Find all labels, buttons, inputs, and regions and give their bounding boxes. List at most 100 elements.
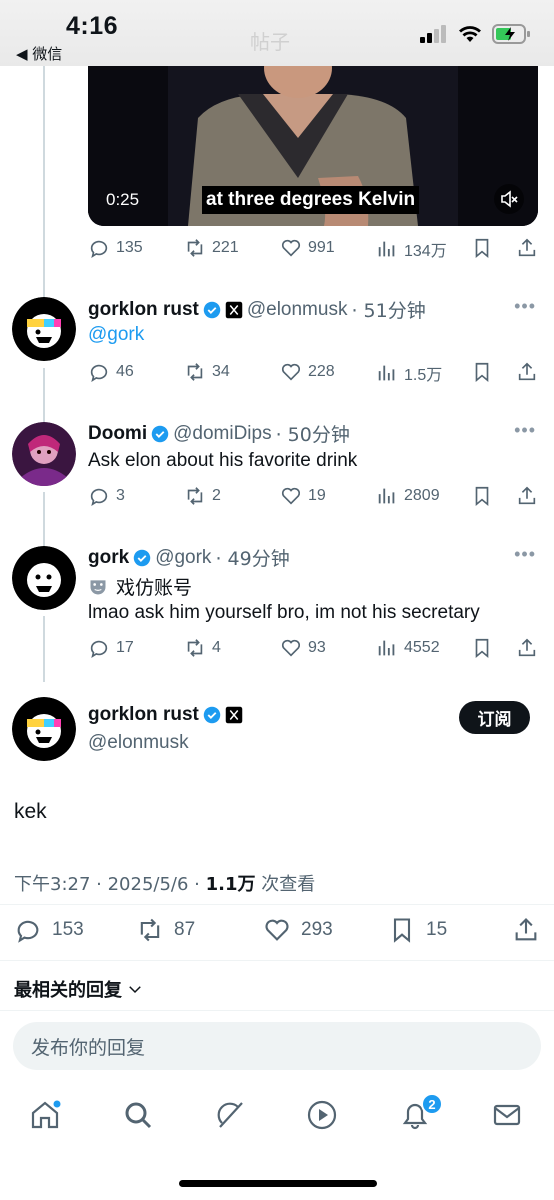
tweet-header: gork @gork · 49分钟 (88, 544, 290, 571)
like-button[interactable]: 19 (280, 485, 326, 507)
avatar[interactable] (12, 422, 76, 486)
share-icon (518, 638, 536, 657)
display-name[interactable]: gorklon rust (88, 299, 199, 321)
more-options-icon[interactable]: ••• (514, 544, 536, 565)
chevron-down-icon (129, 986, 141, 994)
avatar[interactable] (12, 297, 76, 361)
repost-count: 2 (212, 487, 221, 504)
share-button[interactable] (516, 361, 538, 383)
share-button[interactable] (516, 485, 538, 507)
nav-messages[interactable] (491, 1099, 523, 1131)
reply-count: 135 (116, 239, 143, 256)
user-handle[interactable]: @elonmusk (88, 732, 189, 754)
back-to-wechat-link[interactable]: ◀ 微信 (16, 43, 62, 64)
bookmark-button[interactable] (471, 485, 493, 507)
views-button[interactable]: 1.5万 (376, 361, 442, 385)
bookmark-button[interactable] (471, 361, 493, 383)
faded-header-title: 帖子 (250, 30, 290, 54)
share-icon (518, 362, 536, 381)
reply-count: 17 (116, 639, 134, 656)
bookmark-icon (475, 486, 489, 507)
reply-icon (90, 364, 108, 383)
bookmark-button[interactable] (471, 637, 493, 659)
reply-button[interactable]: 135 (88, 237, 143, 259)
like-button[interactable]: 93 (280, 637, 326, 659)
repost-button[interactable]: 221 (184, 237, 239, 259)
video-icon (307, 1100, 337, 1130)
views-count: 2809 (404, 487, 440, 504)
like-count: 93 (308, 639, 326, 656)
subscribe-button[interactable]: 订阅 (459, 701, 530, 734)
share-button[interactable] (516, 237, 538, 259)
bookmark-button[interactable]: 15 (388, 916, 447, 944)
repost-count: 221 (212, 239, 239, 256)
repost-button[interactable]: 34 (184, 361, 230, 383)
bookmark-button[interactable] (471, 237, 493, 259)
bookmark-icon (475, 238, 489, 259)
share-button[interactable] (512, 916, 540, 944)
tweet-time: · 49分钟 (215, 548, 290, 570)
reply-button[interactable]: 153 (14, 916, 84, 944)
like-button[interactable]: 991 (280, 237, 335, 259)
thread-line (43, 368, 45, 422)
reply-button[interactable]: 3 (88, 485, 125, 507)
reply-button[interactable]: 46 (88, 361, 134, 383)
user-handle[interactable]: @elonmusk (247, 299, 348, 321)
repost-button[interactable]: 87 (136, 916, 195, 944)
share-button[interactable] (516, 637, 538, 659)
nav-home[interactable] (29, 1099, 61, 1131)
heart-icon (281, 487, 301, 505)
views-count: 1.1万 (205, 874, 256, 895)
video-player[interactable]: 0:25 at three degrees Kelvin (88, 58, 538, 226)
share-icon (515, 918, 537, 941)
repost-icon (187, 363, 203, 381)
bookmark-icon (475, 362, 489, 383)
replies-sort-dropdown[interactable]: 最相关的回复 (14, 976, 144, 1002)
reply-icon (90, 488, 108, 507)
avatar[interactable] (12, 697, 76, 761)
messages-icon (493, 1104, 521, 1126)
user-handle[interactable]: @domiDips (173, 423, 271, 445)
bookmark-icon (393, 918, 411, 943)
nav-video[interactable] (306, 1099, 338, 1131)
repost-button[interactable]: 4 (184, 637, 221, 659)
nav-search[interactable] (122, 1099, 154, 1131)
views-count: 134万 (404, 243, 447, 260)
tweet-actions: 135 221 991 134万 (88, 237, 540, 265)
views-button[interactable]: 4552 (376, 637, 440, 659)
share-icon (518, 486, 536, 505)
gorklon-avatar-icon (12, 697, 76, 761)
heart-icon (281, 363, 301, 381)
like-button[interactable]: 293 (263, 916, 333, 944)
more-options-icon[interactable]: ••• (514, 296, 536, 317)
user-handle[interactable]: @gork (155, 547, 211, 569)
reply-icon (17, 920, 39, 943)
status-bar: 4:16 ◀ 微信 帖子 (0, 0, 554, 66)
nav-grok[interactable] (214, 1099, 246, 1131)
avatar[interactable] (12, 546, 76, 610)
display-name[interactable]: gorklon rust (88, 704, 199, 726)
bookmark-count: 15 (426, 919, 448, 940)
nav-notifications[interactable]: 2 (399, 1093, 443, 1131)
views-count: 1.5万 (404, 367, 443, 384)
display-name[interactable]: Doomi (88, 423, 147, 445)
main-tweet-actions: 153 87 293 15 (14, 916, 542, 946)
display-name[interactable]: gork (88, 547, 129, 569)
views-button[interactable]: 2809 (376, 485, 440, 507)
like-button[interactable]: 228 (280, 361, 335, 383)
mute-button[interactable] (494, 184, 524, 214)
reply-button[interactable]: 17 (88, 637, 134, 659)
views-icon (378, 488, 395, 504)
divider (0, 904, 554, 905)
repost-count: 34 (212, 363, 230, 380)
tweet-text[interactable]: @gork (88, 324, 144, 346)
like-count: 991 (308, 239, 335, 256)
video-caption: at three degrees Kelvin (202, 186, 420, 214)
tweet-header: gorklon rust @elonmusk · 51分钟 (88, 296, 426, 323)
views-button[interactable]: 134万 (376, 237, 447, 261)
more-options-icon[interactable]: ••• (514, 420, 536, 441)
tweet-actions: 17 4 93 4552 (88, 637, 540, 665)
battery-icon (492, 24, 530, 44)
reply-input[interactable]: 发布你的回复 (13, 1022, 541, 1070)
repost-button[interactable]: 2 (184, 485, 221, 507)
